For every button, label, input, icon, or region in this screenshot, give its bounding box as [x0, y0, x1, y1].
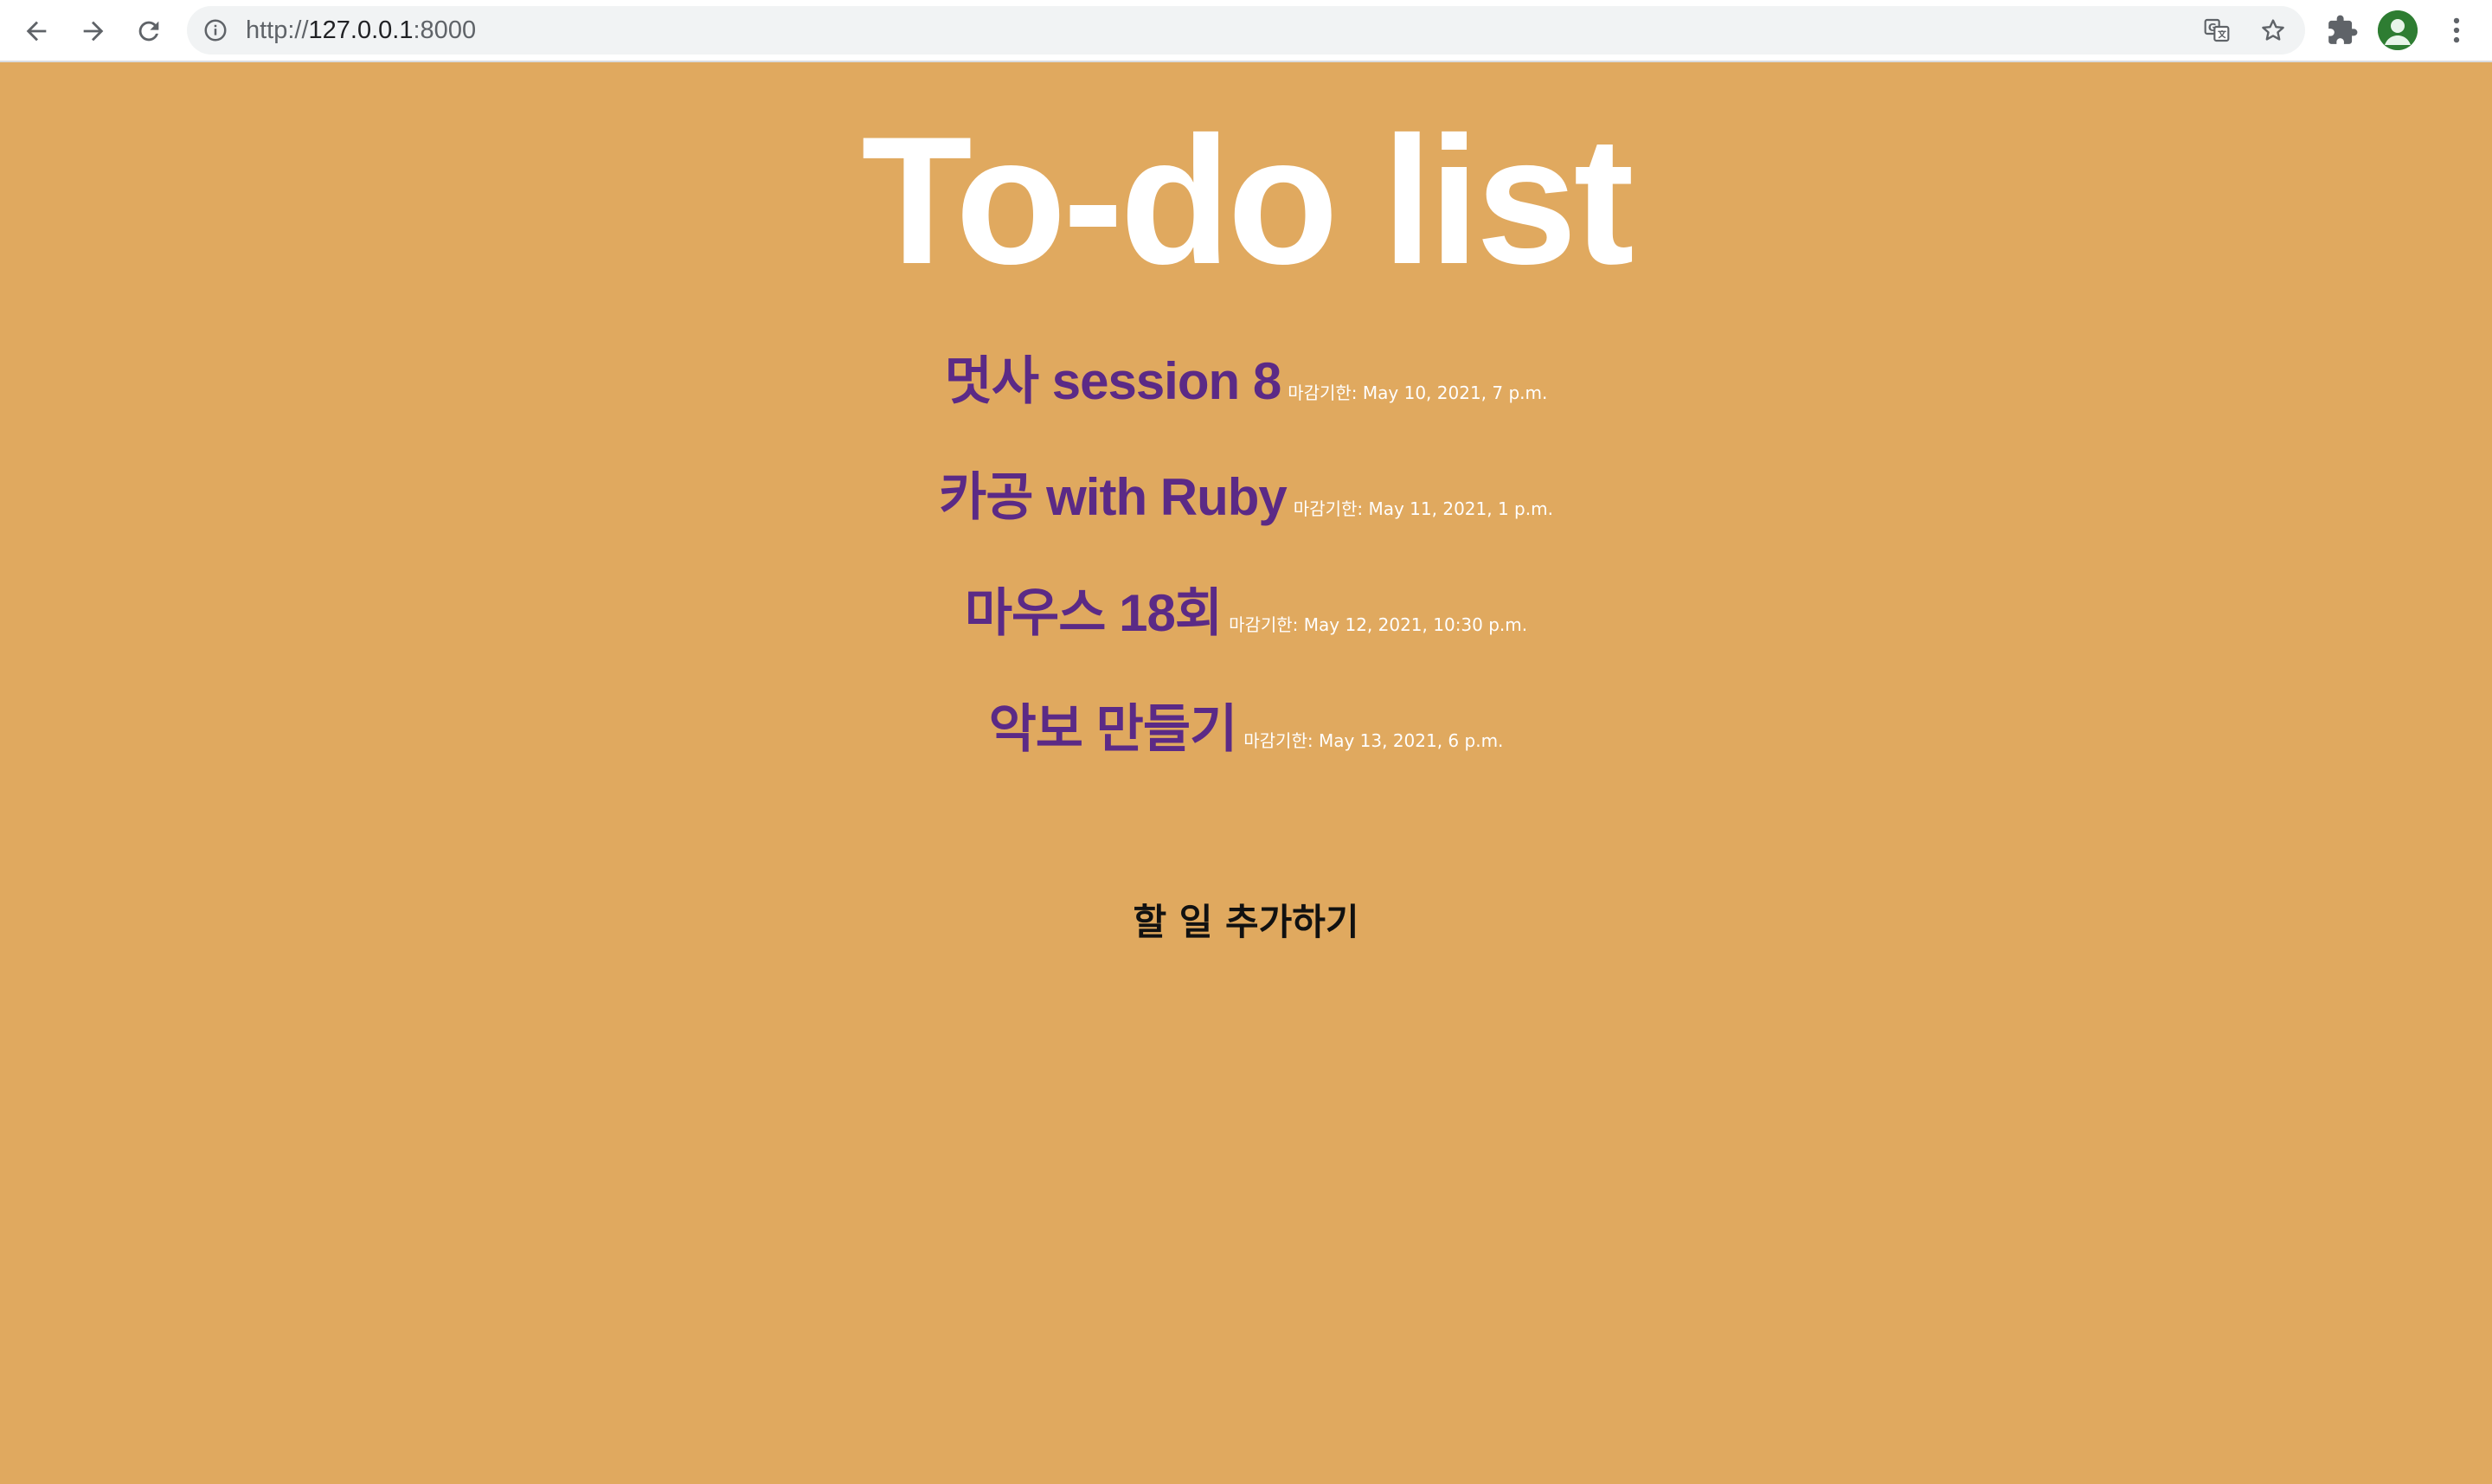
address-bar[interactable]: http://127.0.0.1:8000 G — [187, 6, 2305, 55]
reload-icon — [138, 21, 159, 42]
forward-button[interactable] — [74, 12, 112, 50]
kebab-menu-icon[interactable] — [2440, 14, 2473, 47]
url-port: :8000 — [413, 16, 477, 44]
todo-item: 악보 만들기 마감기한: May 13, 2021, 6 p.m. — [0, 687, 2492, 803]
todo-list: 멋사 session 8 마감기한: May 10, 2021, 7 p.m. 카… — [0, 339, 2492, 803]
todo-deadline: 마감기한: May 11, 2021, 1 p.m. — [1293, 498, 1553, 519]
todo-deadline: 마감기한: May 12, 2021, 10:30 p.m. — [1229, 614, 1528, 635]
star-icon[interactable] — [2259, 16, 2287, 44]
todo-title-link[interactable]: 악보 만들기 — [989, 700, 1238, 758]
todo-title-link[interactable]: 카공 with Ruby — [939, 468, 1288, 526]
todo-deadline: 마감기한: May 10, 2021, 7 p.m. — [1288, 382, 1548, 403]
back-button[interactable] — [17, 12, 55, 50]
todo-item: 카공 with Ruby 마감기한: May 11, 2021, 1 p.m. — [0, 455, 2492, 571]
puzzle-icon[interactable] — [2326, 14, 2359, 47]
avatar-icon[interactable] — [2378, 10, 2418, 50]
url-host: 127.0.0.1 — [308, 16, 414, 44]
url-scheme: http:// — [246, 16, 309, 44]
todo-title-link[interactable]: 멋사 session 8 — [945, 352, 1282, 410]
back-arrow-icon — [26, 21, 47, 42]
info-icon[interactable] — [202, 17, 228, 43]
reload-button[interactable] — [130, 12, 168, 50]
url-text[interactable]: http://127.0.0.1:8000 — [246, 6, 476, 55]
todo-item: 마우스 18회마감기한: May 12, 2021, 10:30 p.m. — [0, 571, 2492, 687]
forward-arrow-icon — [83, 21, 104, 42]
todo-title-link[interactable]: 마우스 18회 — [965, 584, 1223, 642]
translate-icon[interactable]: G — [2203, 16, 2231, 44]
page-content: To-do list 멋사 session 8 마감기한: May 10, 202… — [0, 62, 2492, 1484]
todo-deadline: 마감기한: May 13, 2021, 6 p.m. — [1243, 730, 1504, 751]
browser-toolbar: http://127.0.0.1:8000 G — [0, 0, 2492, 62]
page-title: To-do list — [861, 99, 1634, 302]
todo-item: 멋사 session 8 마감기한: May 10, 2021, 7 p.m. — [0, 339, 2492, 455]
add-todo-link[interactable]: 할 일 추가하기 — [0, 893, 2492, 946]
